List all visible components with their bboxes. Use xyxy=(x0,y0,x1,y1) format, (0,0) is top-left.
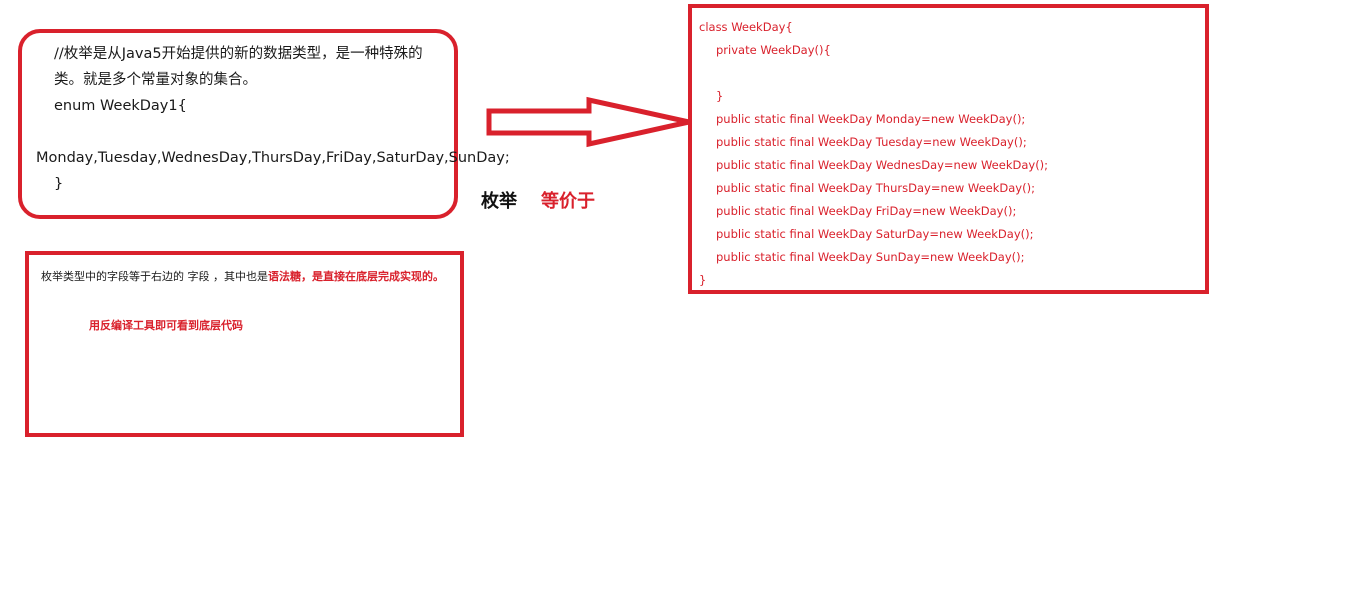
label-enum: 枚举 xyxy=(481,191,517,212)
enum-comment: //枚举是从Java5开始提供的新的数据类型，是一种特殊的类。就是多个常量对象的… xyxy=(54,46,423,88)
note-plain-text: 枚举类型中的字段等于右边的 字段 ，其中也是 xyxy=(41,270,268,283)
class-equivalent-box: class WeekDay{ private WeekDay(){ } publ… xyxy=(688,4,1209,294)
field-line-sunday: public static final WeekDay SunDay=new W… xyxy=(716,250,1025,264)
field-line-friday: public static final WeekDay FriDay=new W… xyxy=(716,204,1017,218)
field-line-wednesday: public static final WeekDay WednesDay=ne… xyxy=(716,158,1049,172)
decompile-tip: 用反编译工具即可看到底层代码 xyxy=(89,319,243,332)
field-line-saturday: public static final WeekDay SaturDay=new… xyxy=(716,227,1034,241)
label-equivalent: 等价于 xyxy=(541,191,595,212)
field-line-tuesday: public static final WeekDay Tuesday=new … xyxy=(716,135,1027,149)
constructor-body-line xyxy=(699,62,1048,85)
field-line-monday: public static final WeekDay Monday=new W… xyxy=(716,112,1026,126)
right-arrow-icon xyxy=(486,96,690,148)
class-code: class WeekDay{ private WeekDay(){ } publ… xyxy=(699,16,1048,292)
class-decl-line: class WeekDay{ xyxy=(699,20,793,34)
constructor-line: private WeekDay(){ xyxy=(716,43,831,57)
constructor-close-line: } xyxy=(716,89,724,103)
note-box: 枚举类型中的字段等于右边的 字段 ，其中也是语法糖，是直接在底层完成实现的。 用… xyxy=(25,251,464,437)
note-text: 枚举类型中的字段等于右边的 字段 ，其中也是语法糖，是直接在底层完成实现的。 xyxy=(41,267,451,286)
note-highlight-text: 语法糖，是直接在底层完成实现的。 xyxy=(268,270,444,283)
enum-snippet-box: //枚举是从Java5开始提供的新的数据类型，是一种特殊的类。就是多个常量对象的… xyxy=(18,29,510,219)
enum-blank-line xyxy=(36,119,448,145)
field-line-thursday: public static final WeekDay ThursDay=new… xyxy=(716,181,1035,195)
class-close-line: } xyxy=(699,273,707,287)
enum-close-brace: } xyxy=(54,176,64,192)
enum-snippet-text: //枚举是从Java5开始提供的新的数据类型，是一种特殊的类。就是多个常量对象的… xyxy=(36,41,510,197)
enum-declaration: enum WeekDay1{ xyxy=(54,98,187,114)
enum-constants: Monday,Tuesday,WednesDay,ThursDay,FriDay… xyxy=(36,150,510,166)
